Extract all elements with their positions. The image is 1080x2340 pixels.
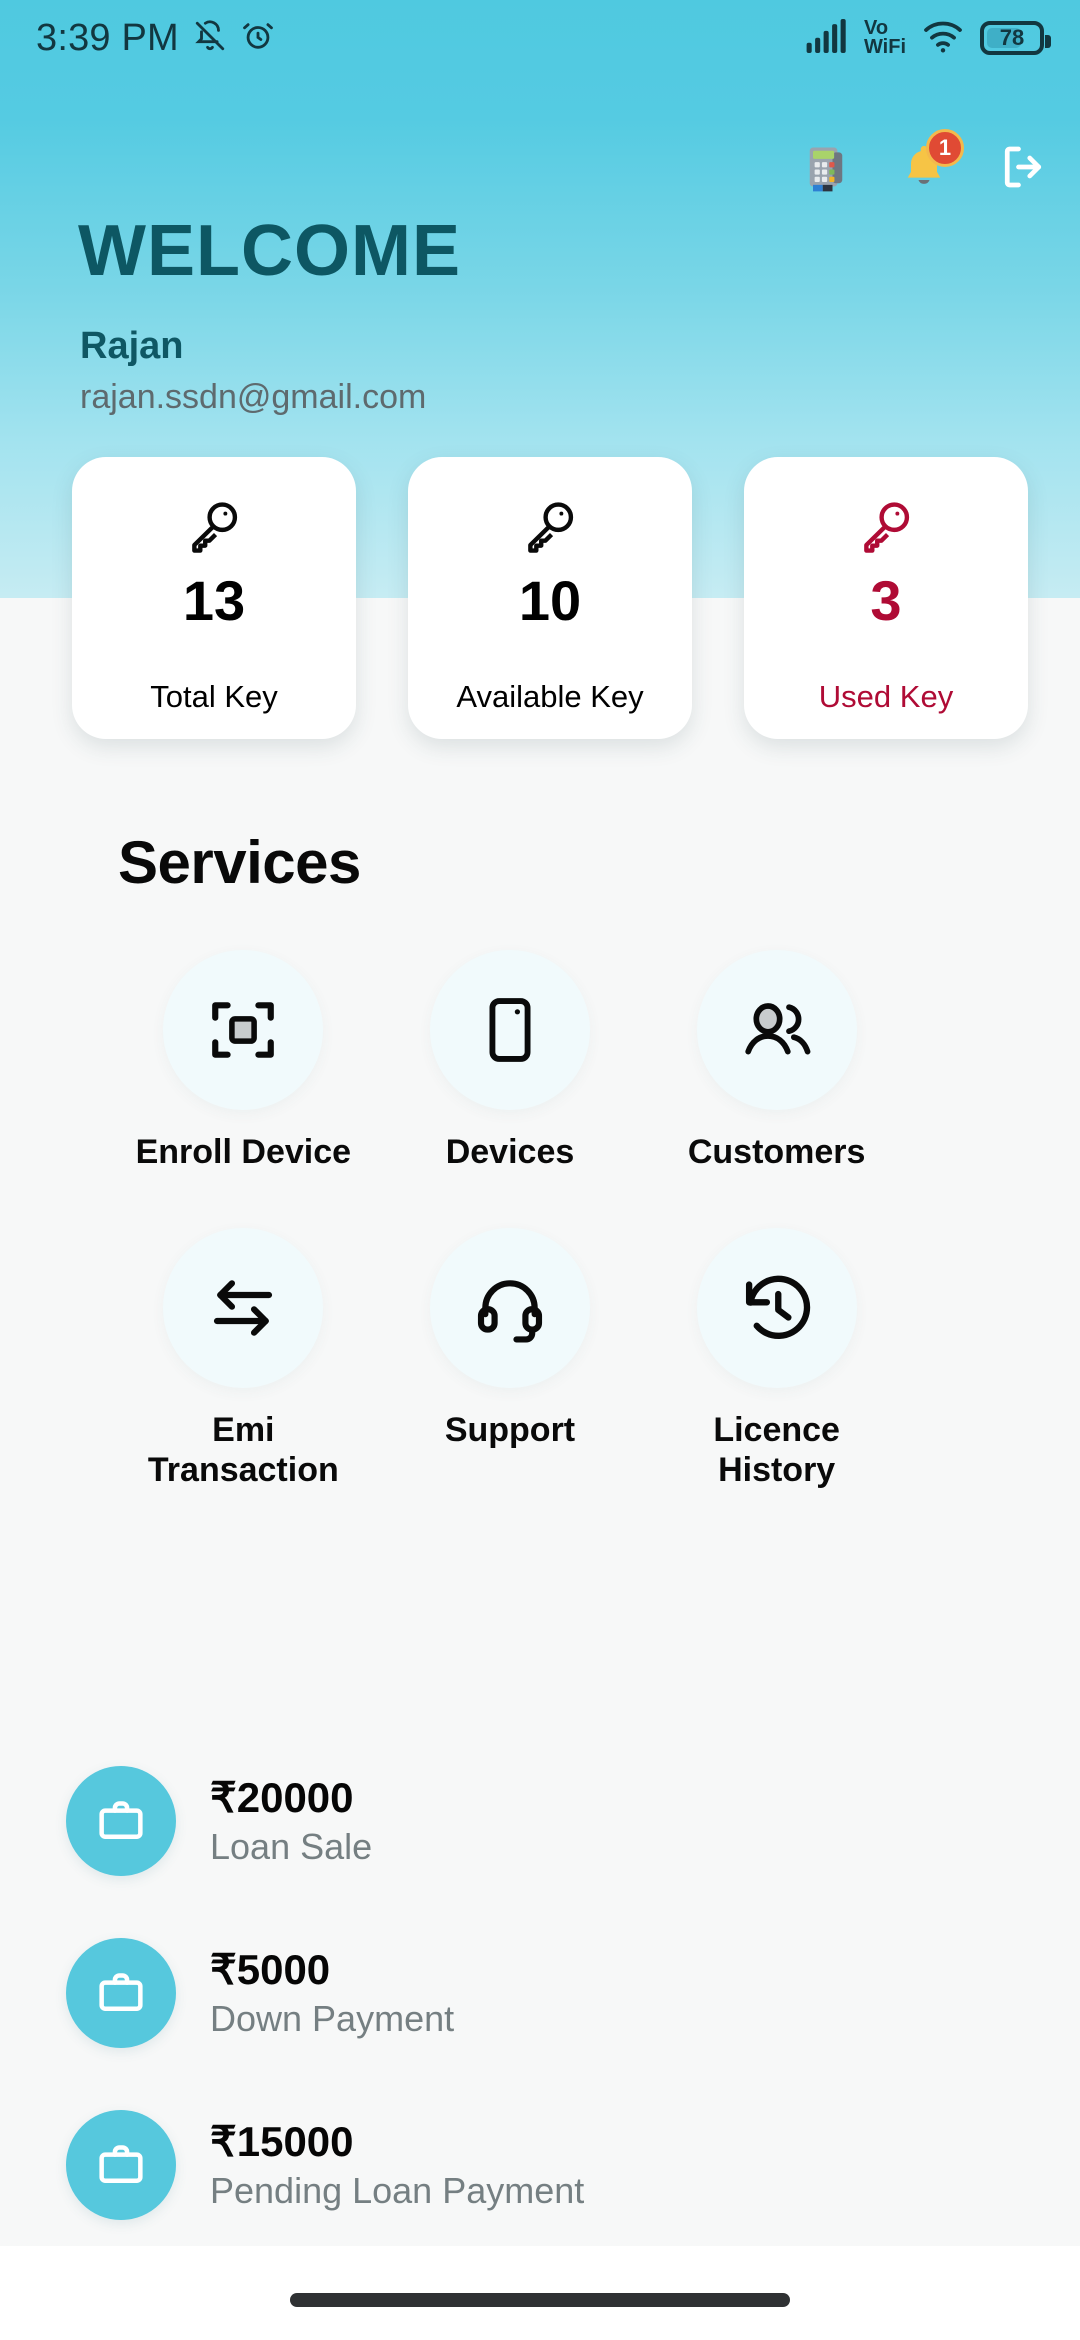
app-screen: 3:39 PM Vo WiFi 78 1 WELCOME Rajan rajan… — [0, 0, 1080, 2340]
financial-summary-list: ₹20000 Loan Sale ₹5000 Down Payment ₹150… — [66, 1766, 584, 2220]
service-item-emi-transaction[interactable]: Emi Transaction — [110, 1228, 377, 1490]
stat-label: Down Payment — [210, 1998, 455, 2040]
key-summary-cards: 13 Total Key 10 Available Key 3 Used Key — [72, 457, 1028, 739]
key-card-label: Total Key — [150, 679, 278, 714]
pos-terminal-icon[interactable] — [800, 141, 852, 198]
stat-label: Loan Sale — [210, 1826, 373, 1868]
status-bar-left: 3:39 PM — [36, 17, 275, 60]
stat-text: ₹5000 Down Payment — [210, 1946, 454, 2040]
key-card-label: Used Key — [818, 679, 954, 714]
service-label: Support — [444, 1411, 576, 1450]
service-label: Customers — [687, 1133, 866, 1171]
key-icon — [855, 483, 917, 569]
headset-icon — [429, 1228, 590, 1389]
briefcase-icon — [66, 1766, 176, 1876]
key-card-value: 13 — [182, 569, 246, 632]
user-name: Rajan — [80, 325, 184, 367]
key-card-label: Available Key — [456, 679, 644, 714]
service-item-licence-history[interactable]: Licence History — [643, 1228, 910, 1490]
stat-amount: ₹5000 — [210, 1945, 331, 1993]
alarm-clock-icon — [241, 19, 275, 58]
briefcase-icon — [66, 1938, 176, 2048]
service-item-customers[interactable]: Customers — [643, 950, 910, 1172]
signal-bars-icon — [806, 18, 848, 58]
customers-icon — [696, 950, 857, 1110]
page-title: WELCOME — [78, 211, 461, 291]
service-item-enroll-device[interactable]: Enroll Device — [110, 950, 377, 1172]
vowifi-bottom-label: WiFi — [863, 36, 906, 58]
service-item-devices[interactable]: Devices — [377, 950, 644, 1172]
key-card-value: 3 — [870, 569, 902, 632]
briefcase-icon — [66, 2110, 176, 2220]
mute-bell-icon — [193, 19, 227, 58]
key-card-used[interactable]: 3 Used Key — [744, 457, 1028, 739]
key-icon — [183, 483, 245, 569]
key-icon — [519, 483, 581, 569]
stat-row-pending-loan-payment[interactable]: ₹15000 Pending Loan Payment — [66, 2110, 584, 2220]
services-heading: Services — [118, 829, 361, 896]
stat-row-down-payment[interactable]: ₹5000 Down Payment — [66, 1938, 584, 2048]
wifi-icon — [922, 19, 964, 58]
user-email: rajan.ssdn@gmail.com — [80, 378, 427, 416]
service-label: Enroll Device — [135, 1133, 352, 1171]
key-card-value: 10 — [518, 569, 582, 632]
service-label: Emi Transaction — [147, 1411, 339, 1490]
stat-amount: ₹20000 — [210, 1773, 354, 1821]
key-card-available[interactable]: 10 Available Key — [408, 457, 692, 739]
header-action-bar: 1 — [800, 129, 1050, 199]
stat-row-loan-sale[interactable]: ₹20000 Loan Sale — [66, 1766, 584, 1876]
scan-device-icon — [163, 950, 324, 1110]
key-card-total[interactable]: 13 Total Key — [72, 457, 356, 739]
transfer-arrows-icon — [163, 1228, 324, 1389]
status-bar-right: Vo WiFi 78 — [806, 18, 1051, 58]
logout-icon[interactable] — [996, 140, 1050, 199]
battery-percent: 78 — [999, 25, 1025, 50]
mobile-phone-icon — [429, 950, 590, 1110]
history-clock-icon — [696, 1228, 857, 1389]
system-navigation-bar — [0, 2246, 1080, 2340]
home-gesture-pill[interactable] — [290, 2293, 790, 2307]
stat-text: ₹20000 Loan Sale — [210, 1774, 372, 1868]
battery-icon: 78 — [980, 21, 1051, 55]
vowifi-indicator: Vo WiFi — [863, 18, 906, 58]
service-label: Licence History — [713, 1411, 840, 1490]
status-bar-clock: 3:39 PM — [36, 16, 179, 59]
stat-label: Pending Loan Payment — [210, 2170, 585, 2212]
notification-bell-button[interactable]: 1 — [898, 129, 964, 198]
stat-amount: ₹15000 — [210, 2117, 354, 2165]
notification-badge: 1 — [926, 129, 964, 167]
service-item-support[interactable]: Support — [377, 1228, 644, 1490]
services-grid: Enroll Device Devices Customers Emi Tran… — [110, 950, 910, 1490]
service-label: Devices — [445, 1133, 575, 1171]
status-bar: 3:39 PM Vo WiFi 78 — [0, 0, 1080, 76]
stat-text: ₹15000 Pending Loan Payment — [210, 2118, 584, 2212]
